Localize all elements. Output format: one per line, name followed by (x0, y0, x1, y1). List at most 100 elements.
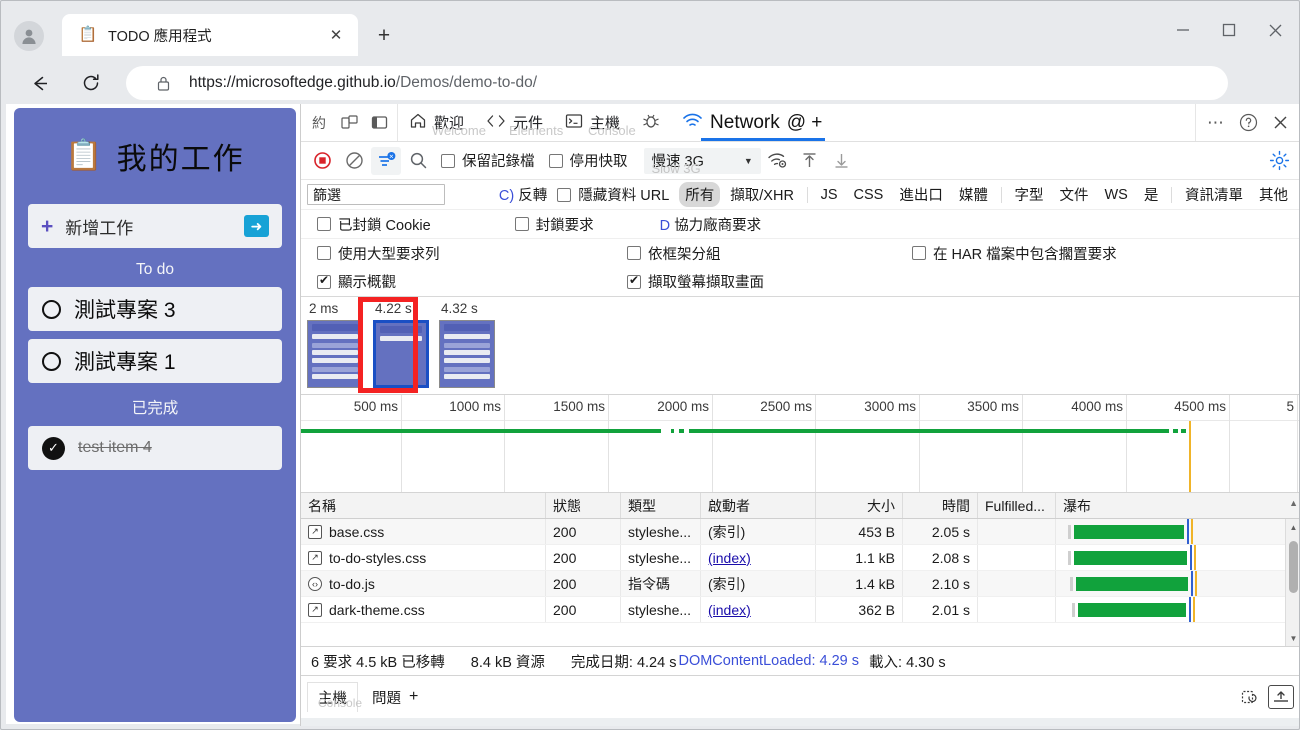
column-header-name[interactable]: 名稱 (301, 493, 546, 518)
checkbox-box[interactable] (557, 188, 571, 202)
network-overview-timeline[interactable]: 500 ms 1000 ms 1500 ms 2000 ms 2500 ms 3… (301, 395, 1300, 493)
sort-arrow-icon[interactable]: ▲ (1289, 498, 1298, 508)
column-header-waterfall[interactable]: 瀑布 (1056, 493, 1300, 518)
tab-console[interactable]: 主機 Console (554, 104, 631, 141)
scroll-up-icon[interactable]: ▲ (1286, 519, 1300, 535)
maximize-icon[interactable] (1207, 14, 1251, 46)
network-conditions-icon[interactable] (763, 147, 793, 175)
more-icon[interactable]: ⋯ (1202, 109, 1230, 137)
capture-screenshots-checkbox[interactable]: 擷取螢幕擷取畫面 (621, 271, 770, 292)
submit-task-icon[interactable]: ➜ (244, 215, 269, 237)
column-header-status[interactable]: 狀態 (546, 493, 621, 518)
circle-icon[interactable] (42, 300, 61, 319)
filmstrip-frame[interactable]: 4.32 s My todo (439, 301, 499, 388)
chevron-down-icon[interactable]: ▼ (744, 156, 753, 166)
about-icon[interactable]: 約 (305, 109, 333, 137)
filter-active-icon[interactable]: ✕ (371, 147, 401, 175)
big-request-rows-checkbox[interactable]: 使用大型要求列 (311, 243, 621, 264)
tab-debugger[interactable] (631, 104, 671, 141)
column-header-time[interactable]: 時間 (903, 493, 978, 518)
table-row[interactable]: ↗to-do-styles.css 200 styleshe... (index… (301, 545, 1300, 571)
column-header-initiator[interactable]: 啟動者 (701, 493, 816, 518)
checkbox-box[interactable] (549, 154, 563, 168)
help-icon[interactable] (1234, 109, 1262, 137)
filmstrip-frame[interactable]: 2 ms My todo (307, 301, 367, 388)
disable-cache-checkbox[interactable]: 停用快取 (543, 150, 634, 171)
restore-drawer-icon[interactable] (1236, 685, 1262, 709)
show-overview-checkbox[interactable]: 顯示概觀 (311, 271, 621, 292)
window-close-icon[interactable] (1253, 14, 1297, 46)
table-row[interactable]: ‹›to-do.js 200 指令碼 (索引) 1.4 kB 2.10 s (301, 571, 1300, 597)
address-bar[interactable]: https://microsoftedge.github.io/Demos/de… (126, 66, 1228, 100)
frame-thumbnail[interactable]: My todo (439, 320, 495, 388)
record-stop-icon[interactable] (307, 147, 337, 175)
device-emulation-icon[interactable] (335, 109, 363, 137)
scrollbar-thumb[interactable] (1289, 541, 1298, 593)
checkbox-box[interactable] (317, 275, 331, 289)
list-item[interactable]: 測試專案 1 (28, 339, 282, 383)
hide-data-urls-checkbox[interactable]: 隱藏資料 URL (551, 184, 675, 205)
tab-welcome[interactable]: 歡迎 Welcome (398, 104, 475, 141)
back-icon[interactable] (22, 66, 56, 100)
close-icon[interactable] (1266, 109, 1294, 137)
blocked-requests-checkbox[interactable]: 封鎖要求 (509, 214, 600, 235)
clear-icon[interactable] (339, 147, 369, 175)
checkbox-box[interactable] (627, 246, 641, 260)
filter-type-css[interactable]: CSS (848, 185, 890, 205)
export-har-icon[interactable] (827, 147, 857, 175)
table-row[interactable]: ↗dark-theme.css 200 styleshe... (index) … (301, 597, 1300, 623)
include-har-checkbox[interactable]: 在 HAR 檔案中包含擱置要求 (906, 243, 1123, 264)
checkbox-box[interactable] (441, 154, 455, 168)
cell-initiator-link[interactable]: (index) (708, 602, 751, 618)
list-item[interactable]: 測試專案 3 (28, 287, 282, 331)
dock-drawer-icon[interactable] (1268, 685, 1294, 709)
browser-tab[interactable]: 📋 TODO 應用程式 ✕ (62, 14, 358, 56)
checkbox-box[interactable] (317, 217, 331, 231)
table-row[interactable]: ↗base.css 200 styleshe... (索引) 453 B 2.0… (301, 519, 1300, 545)
filter-type-manifest[interactable]: 資訊清單 (1179, 182, 1249, 207)
filter-type-wasm[interactable]: 是 (1138, 182, 1165, 207)
column-header-type[interactable]: 類型 (621, 493, 701, 518)
search-icon[interactable] (403, 147, 433, 175)
column-header-size[interactable]: 大小 (816, 493, 903, 518)
checkbox-box[interactable] (627, 275, 641, 289)
table-scrollbar[interactable]: ▲ ▼ (1285, 519, 1300, 646)
filter-type-all[interactable]: 所有 (679, 182, 720, 207)
drawer-tab-issues[interactable]: 問題 (362, 682, 411, 712)
frame-thumbnail[interactable]: My todo (307, 320, 363, 388)
blocked-cookies-checkbox[interactable]: 已封鎖 Cookie (311, 214, 437, 235)
preserve-log-checkbox[interactable]: 保留記錄檔 (435, 150, 541, 171)
checkbox-box[interactable] (912, 246, 926, 260)
gear-icon[interactable] (1264, 147, 1294, 175)
filter-type-doc[interactable]: 文件 (1054, 182, 1095, 207)
reload-icon[interactable] (74, 66, 108, 100)
cell-initiator-link[interactable]: (index) (708, 550, 751, 566)
throttling-dropdown[interactable]: 慢速 3G Slow 3G ▼ (644, 148, 761, 174)
import-har-icon[interactable] (795, 147, 825, 175)
filter-type-img[interactable]: 進出口 (893, 182, 949, 207)
tab-elements[interactable]: 元件 Elements (475, 104, 554, 141)
filter-type-fetch-xhr[interactable]: 擷取/XHR (724, 182, 800, 207)
minimize-icon[interactable] (1161, 14, 1205, 46)
filter-type-js[interactable]: JS (815, 185, 844, 205)
new-tab-button[interactable]: + (370, 22, 398, 50)
drawer-tab-console[interactable]: 主機 Console (307, 682, 358, 712)
checkbox-box[interactable] (317, 246, 331, 260)
invert-label[interactable]: C) 反轉 (499, 184, 547, 205)
avatar[interactable] (14, 21, 44, 51)
dock-side-icon[interactable] (365, 109, 393, 137)
close-icon[interactable]: ✕ (324, 23, 348, 47)
filter-input[interactable]: 篩選 (307, 184, 445, 205)
check-icon[interactable]: ✓ (42, 437, 65, 460)
column-header-fulfilled[interactable]: Fulfilled... (978, 493, 1056, 518)
list-item[interactable]: ✓ test item 4 (28, 426, 282, 470)
circle-icon[interactable] (42, 352, 61, 371)
filter-type-font[interactable]: 字型 (1009, 182, 1050, 207)
filter-type-other[interactable]: 其他 (1253, 182, 1294, 207)
add-task-row[interactable]: + 新增工作 ➜ (28, 204, 282, 248)
tab-network[interactable]: Network @ + (671, 104, 833, 141)
third-party-label[interactable]: D 協力廠商要求 (660, 214, 762, 235)
scroll-down-icon[interactable]: ▼ (1286, 630, 1300, 646)
group-by-frame-checkbox[interactable]: 依框架分組 (621, 243, 906, 264)
frame-thumbnail[interactable]: My todo (373, 320, 429, 388)
